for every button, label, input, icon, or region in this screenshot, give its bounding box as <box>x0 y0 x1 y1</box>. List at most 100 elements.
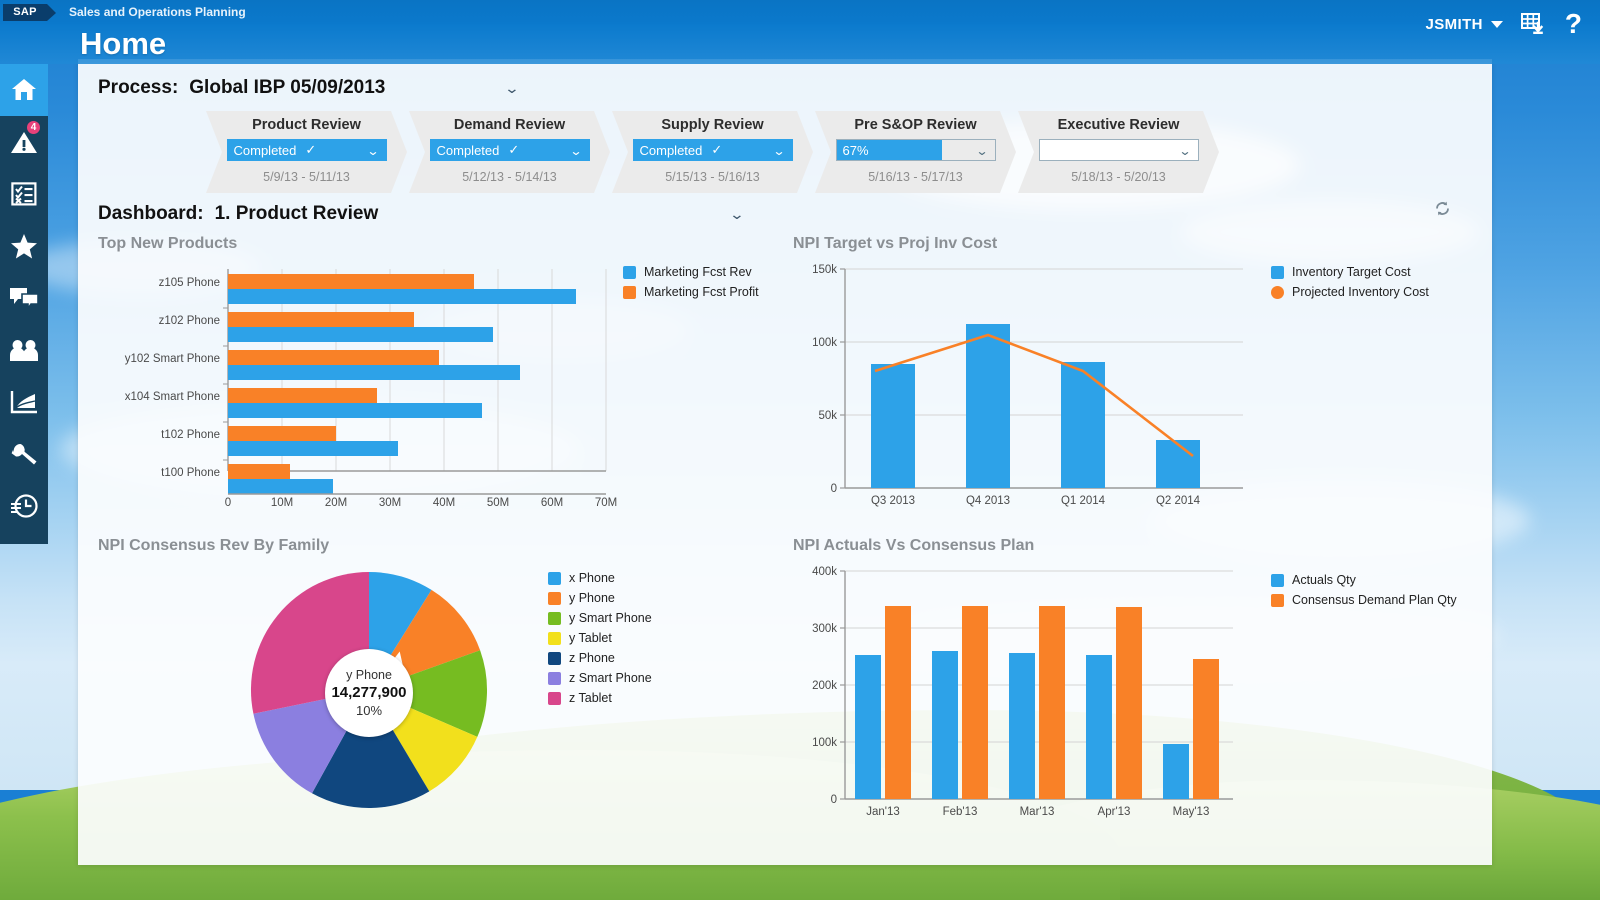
sidebar-item-analytics[interactable] <box>0 376 48 428</box>
bar-rev <box>228 327 493 342</box>
process-selector[interactable]: Process: Global IBP 05/09/2013 ⌄ <box>98 77 520 99</box>
stage-executive-review[interactable]: Executive Review ⌄ 5/18/13 - 5/20/13 <box>1018 111 1219 193</box>
chevron-down-icon[interactable]: ⌄ <box>504 80 520 97</box>
sidebar-item-favorites[interactable] <box>0 220 48 272</box>
sidebar-item-configuration[interactable] <box>0 428 48 480</box>
stage-status-dropdown[interactable]: Completed ✓ ⌄ <box>430 139 590 161</box>
legend-label: Marketing Fcst Rev <box>644 265 752 279</box>
legend-swatch <box>548 671 561 685</box>
svg-text:May'13: May'13 <box>1173 806 1210 818</box>
bar-inventory-target <box>1061 362 1105 488</box>
bar-inventory-target <box>966 324 1010 488</box>
x-axis-ticks: 0 10M 20M 30M 40M 50M 60M 70M <box>225 497 617 509</box>
horizontal-bar-chart-svg: z105 Phone z102 Phone y102 Smart Phone x… <box>125 269 617 509</box>
svg-text:100k: 100k <box>812 337 837 349</box>
people-icon <box>9 338 39 362</box>
bar-rev <box>228 479 333 494</box>
stage-progress-dropdown[interactable]: 67% ⌄ <box>836 139 996 161</box>
stage-demand-review[interactable]: Demand Review Completed ✓ ⌄ 5/12/13 - 5/… <box>409 111 610 193</box>
legend-swatch <box>548 631 561 645</box>
legend-item[interactable]: z Tablet <box>548 691 652 705</box>
user-name: JSMITH <box>1425 15 1483 33</box>
legend-swatch <box>623 265 636 279</box>
legend-item[interactable]: Projected Inventory Cost <box>1271 285 1429 299</box>
svg-text:300k: 300k <box>812 623 837 635</box>
top-bar: SAP Sales and Operations Planning <box>0 0 1600 24</box>
bar-actuals <box>1163 744 1189 799</box>
legend-swatch <box>1271 573 1284 587</box>
chevron-down-icon[interactable]: ⌄ <box>729 206 745 223</box>
chat-icon <box>9 286 39 310</box>
sidebar-item-alerts[interactable]: 4 <box>0 116 48 168</box>
legend-item[interactable]: z Smart Phone <box>548 671 652 685</box>
analytics-icon <box>10 389 38 415</box>
legend-label: Inventory Target Cost <box>1292 265 1411 279</box>
y-axis-ticks: 150k 100k 50k 0 <box>812 264 837 495</box>
stage-title: Supply Review <box>661 117 764 133</box>
content-panel: Process: Global IBP 05/09/2013 ⌄ Product… <box>78 59 1492 865</box>
legend-item[interactable]: Inventory Target Cost <box>1271 265 1429 279</box>
home-icon <box>10 77 38 103</box>
stage-status-text: 67% <box>842 142 869 158</box>
grid-download-icon[interactable] <box>1520 12 1547 36</box>
legend-item[interactable]: Consensus Demand Plan Qty <box>1271 593 1457 607</box>
bar-consensus <box>1039 606 1065 799</box>
bar-profit <box>228 274 474 289</box>
alerts-badge: 4 <box>26 120 41 135</box>
stage-product-review[interactable]: Product Review Completed ✓ ⌄ 5/9/13 - 5/… <box>206 111 407 193</box>
chart-legend: Marketing Fcst Rev Marketing Fcst Profit <box>623 265 759 305</box>
legend-label: z Smart Phone <box>569 671 652 685</box>
legend-item[interactable]: Actuals Qty <box>1271 573 1457 587</box>
chart-body: z105 Phone z102 Phone y102 Smart Phone x… <box>98 257 778 513</box>
svg-text:Apr'13: Apr'13 <box>1098 806 1131 818</box>
sidebar-item-collaboration[interactable] <box>0 272 48 324</box>
legend-item[interactable]: z Phone <box>548 651 652 665</box>
sidebar-item-history[interactable] <box>0 480 48 532</box>
legend-item[interactable]: y Tablet <box>548 631 652 645</box>
legend-label: Projected Inventory Cost <box>1292 285 1429 299</box>
help-icon[interactable]: ? <box>1565 10 1582 38</box>
legend-swatch <box>548 651 561 665</box>
chart-body: 400k 300k 200k 100k 0 Jan'13 Feb'13 Mar'… <box>793 559 1483 837</box>
legend-item[interactable]: Marketing Fcst Rev <box>623 265 759 279</box>
stage-status-dropdown[interactable]: Completed ✓ ⌄ <box>227 139 387 161</box>
left-sidebar: 4 <box>0 64 48 544</box>
category-label: t102 Phone <box>161 429 220 441</box>
legend-item[interactable]: Marketing Fcst Profit <box>623 285 759 299</box>
legend-item[interactable]: x Phone <box>548 571 652 585</box>
stage-supply-review[interactable]: Supply Review Completed ✓ ⌄ 5/15/13 - 5/… <box>612 111 813 193</box>
stage-pre-sop-review[interactable]: Pre S&OP Review 67% ⌄ 5/16/13 - 5/17/13 <box>815 111 1016 193</box>
stage-dates: 5/16/13 - 5/17/13 <box>868 170 963 184</box>
chart-npi-consensus-rev-by-family: NPI Consensus Rev By Family y Phone 14,2… <box>98 537 778 837</box>
chart-body: 150k 100k 50k 0 Q3 2013 Q4 2013 Q1 2014 … <box>793 257 1483 513</box>
dashboard-selector[interactable]: Dashboard: 1. Product Review ⌄ <box>98 203 745 225</box>
legend-swatch <box>1271 265 1284 279</box>
svg-text:10M: 10M <box>271 497 293 507</box>
refresh-icon[interactable] <box>1433 199 1452 224</box>
callout-name: y Phone <box>346 667 392 682</box>
legend-item[interactable]: y Phone <box>548 591 652 605</box>
callout-value: 14,277,900 <box>331 683 407 701</box>
sidebar-item-home[interactable] <box>0 64 48 116</box>
sidebar-item-tasks[interactable] <box>0 168 48 220</box>
app-title: Sales and Operations Planning <box>69 5 246 19</box>
svg-text:60M: 60M <box>541 497 563 507</box>
svg-text:100k: 100k <box>812 737 837 749</box>
bar-inventory-target <box>871 364 915 488</box>
sidebar-item-people[interactable] <box>0 324 48 376</box>
chevron-down-icon: ⌄ <box>772 144 787 158</box>
bar-rev <box>228 403 482 418</box>
line-projected-inventory <box>874 333 1194 458</box>
stage-status-dropdown[interactable]: Completed ✓ ⌄ <box>633 139 793 161</box>
svg-text:0: 0 <box>225 497 231 507</box>
legend-dot <box>1271 285 1284 299</box>
bar-profit <box>228 426 336 441</box>
bar-consensus <box>885 606 911 799</box>
user-menu[interactable]: JSMITH <box>1425 15 1503 33</box>
chevron-down-icon <box>1490 20 1503 28</box>
legend-item[interactable]: y Smart Phone <box>548 611 652 625</box>
stage-status-dropdown[interactable]: ⌄ <box>1039 139 1199 161</box>
stage-title: Pre S&OP Review <box>854 117 977 133</box>
x-axis-ticks: Q3 2013 Q4 2013 Q1 2014 Q2 2014 <box>871 495 1201 507</box>
stage-dates: 5/15/13 - 5/16/13 <box>665 170 760 184</box>
